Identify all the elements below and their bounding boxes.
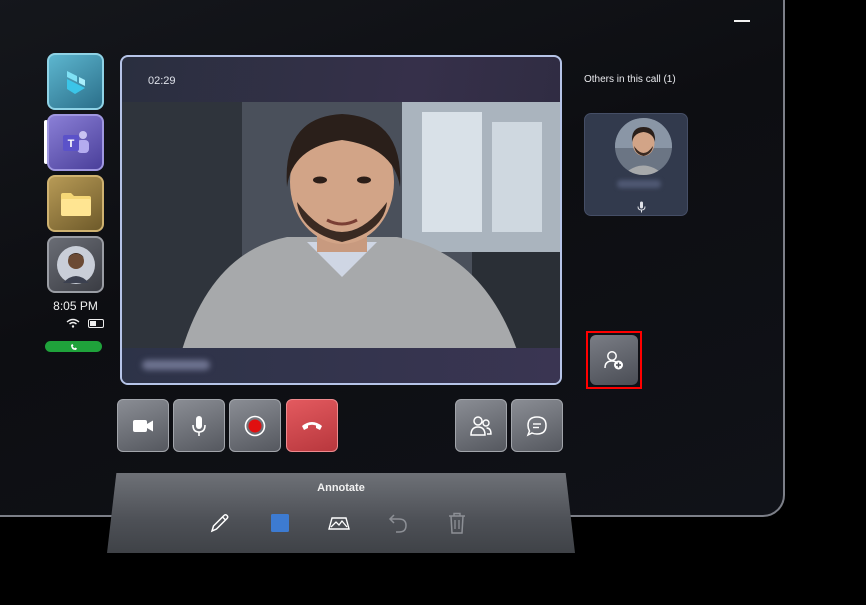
chat-button[interactable] xyxy=(511,399,563,452)
camera-toggle-button[interactable] xyxy=(117,399,169,452)
annotate-title: Annotate xyxy=(317,482,365,494)
pen-icon xyxy=(210,514,229,533)
mixed-reality-tool[interactable] xyxy=(327,511,351,535)
record-button[interactable] xyxy=(229,399,281,452)
participants-icon xyxy=(470,415,492,436)
system-clock: 8:05 PM xyxy=(53,299,98,313)
folder-icon xyxy=(60,192,91,216)
battery-icon xyxy=(88,318,104,328)
mute-button[interactable] xyxy=(173,399,225,452)
pen-tool[interactable] xyxy=(208,511,232,535)
rail-app-profile[interactable] xyxy=(47,236,104,293)
record-icon xyxy=(244,415,266,436)
others-in-call-label: Others in this call (1) xyxy=(584,74,676,85)
participant-avatar-image xyxy=(615,118,672,175)
color-swatch-icon xyxy=(271,514,289,532)
trash-icon xyxy=(449,512,465,534)
participant-name-bar xyxy=(122,348,560,383)
teams-app-icon: T xyxy=(62,130,89,153)
wifi-icon xyxy=(66,318,80,328)
hang-up-button[interactable] xyxy=(286,399,338,452)
hang-up-icon xyxy=(302,421,322,430)
video-camera-icon xyxy=(133,419,153,432)
phone-icon xyxy=(70,343,77,350)
color-picker-tool[interactable] xyxy=(268,511,292,535)
minimize-button[interactable] xyxy=(734,20,750,22)
participant-video-image xyxy=(122,102,560,350)
rail-app-teams[interactable]: T xyxy=(47,114,104,171)
undo-tool[interactable] xyxy=(386,511,410,535)
main-video-frame: 02:29 xyxy=(120,55,562,385)
microphone-icon xyxy=(637,200,646,218)
participant-video xyxy=(122,102,560,350)
rail-app-files[interactable] xyxy=(47,175,104,232)
annotate-toolbar: Annotate xyxy=(107,473,575,553)
mixed-reality-icon xyxy=(328,517,350,530)
participant-tile-name-redacted xyxy=(617,180,661,188)
participants-button[interactable] xyxy=(455,399,507,452)
chat-icon xyxy=(526,415,547,437)
call-timer: 02:29 xyxy=(148,75,176,87)
undo-icon xyxy=(388,514,407,533)
delete-tool[interactable] xyxy=(445,511,469,535)
rail-app-guides[interactable] xyxy=(47,53,104,110)
participant-name-redacted xyxy=(142,360,210,370)
system-status xyxy=(66,318,104,328)
participant-tile[interactable] xyxy=(584,113,688,216)
add-participant-button-face[interactable] xyxy=(590,335,638,385)
guides-app-icon xyxy=(66,70,85,94)
add-person-icon xyxy=(604,351,623,370)
active-call-indicator[interactable] xyxy=(45,341,102,352)
svg-text:T: T xyxy=(67,138,74,150)
participant-avatar xyxy=(615,118,672,175)
microphone-icon xyxy=(192,415,206,436)
add-participant-button[interactable] xyxy=(586,331,642,389)
profile-avatar xyxy=(56,245,95,284)
